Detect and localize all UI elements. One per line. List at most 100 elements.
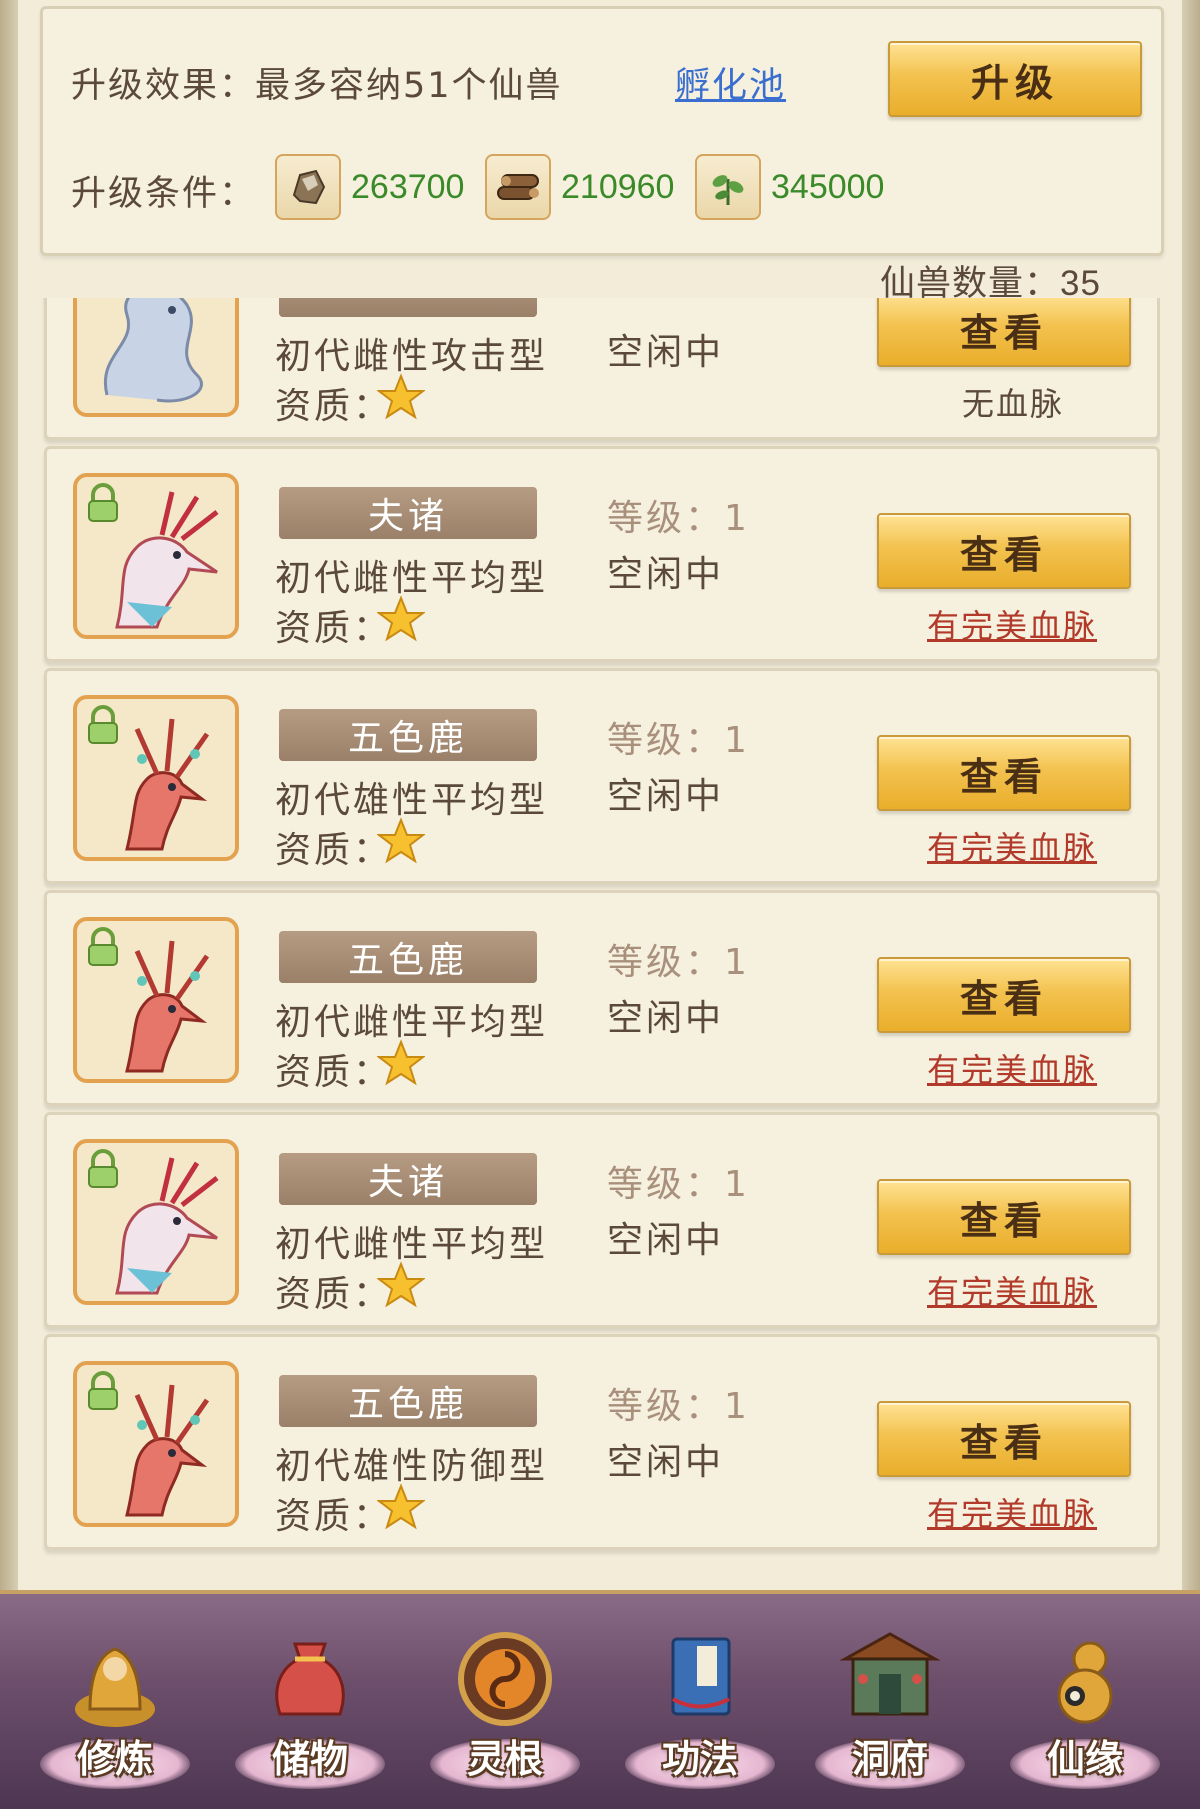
pet-name-tag: 夫诸 bbox=[279, 487, 537, 539]
nav-item-linggen[interactable]: 灵根 bbox=[410, 1594, 600, 1809]
resource-ore-value: 263700 bbox=[351, 167, 465, 206]
upgrade-effect-label: 升级效果： bbox=[71, 66, 257, 106]
pet-name-tag: 五色鹿 bbox=[279, 1375, 537, 1427]
lock-icon bbox=[88, 483, 118, 522]
pet-avatar-fuzhu bbox=[73, 473, 239, 639]
nav-label: 洞府 bbox=[851, 1737, 928, 1781]
pet-card[interactable]: 夫诸 初代雌性平均型 资质： 等级：1 空闲中 查看 有完美血脉 bbox=[44, 1112, 1160, 1328]
star-icon bbox=[377, 1039, 425, 1086]
pet-card[interactable]: 初代雌性攻击型 资质： 空闲中 查看 无血脉 bbox=[44, 298, 1160, 440]
mansion-icon bbox=[839, 1632, 941, 1716]
pet-status: 空闲中 bbox=[607, 1220, 725, 1261]
pet-card[interactable]: 五色鹿 初代雄性防御型 资质： 等级：1 空闲中 查看 有完美血脉 bbox=[44, 1334, 1160, 1550]
wood-icon bbox=[485, 154, 551, 220]
star-icon bbox=[377, 1483, 425, 1530]
star-icon bbox=[377, 373, 425, 420]
nav-label: 灵根 bbox=[466, 1737, 543, 1781]
resource-wood-value: 210960 bbox=[561, 167, 675, 206]
view-button[interactable]: 查看 bbox=[877, 735, 1131, 811]
bloodline-link[interactable]: 有完美血脉 bbox=[927, 601, 1097, 647]
pet-status: 空闲中 bbox=[607, 554, 725, 595]
upgrade-panel: 升级效果： 最多容纳51个仙兽 孵化池 升级 升级条件： 263700 2109… bbox=[40, 6, 1164, 256]
pet-type: 初代雄性防御型 bbox=[275, 1446, 549, 1487]
pet-card[interactable]: 夫诸 初代雌性平均型 资质： 等级：1 空闲中 查看 有完美血脉 bbox=[44, 446, 1160, 662]
pet-quality-label: 资质： bbox=[275, 386, 393, 427]
pet-type: 初代雄性平均型 bbox=[275, 780, 549, 821]
pet-name-tag bbox=[279, 298, 537, 317]
herb-icon bbox=[695, 154, 761, 220]
upgrade-condition-label: 升级条件： bbox=[71, 174, 257, 214]
star-icon bbox=[377, 595, 425, 642]
meditation-icon bbox=[75, 1647, 155, 1727]
nav-label: 仙缘 bbox=[1046, 1737, 1123, 1781]
pet-level: 等级：1 bbox=[607, 720, 750, 761]
pet-status: 空闲中 bbox=[607, 776, 725, 817]
view-button[interactable]: 查看 bbox=[877, 1179, 1131, 1255]
nav-item-gongfa[interactable]: 功法 bbox=[605, 1594, 795, 1809]
pet-name-tag: 五色鹿 bbox=[279, 931, 537, 983]
nav-label: 功法 bbox=[661, 1737, 738, 1781]
star-icon bbox=[377, 1261, 425, 1308]
ore-icon bbox=[275, 154, 341, 220]
bloodline-link[interactable]: 有完美血脉 bbox=[927, 1489, 1097, 1535]
resource-wood: 210960 bbox=[485, 154, 674, 220]
pet-status: 空闲中 bbox=[607, 332, 725, 373]
pet-type: 初代雌性平均型 bbox=[275, 1224, 549, 1265]
view-button[interactable]: 查看 bbox=[877, 1401, 1131, 1477]
upgrade-button[interactable]: 升级 bbox=[888, 41, 1142, 117]
gourd-icon bbox=[1057, 1641, 1113, 1724]
pet-card[interactable]: 五色鹿 初代雄性平均型 资质： 等级：1 空闲中 查看 有完美血脉 bbox=[44, 668, 1160, 884]
pet-avatar-fuzhu bbox=[73, 1139, 239, 1305]
pet-avatar-deer bbox=[73, 1361, 239, 1527]
book-icon bbox=[671, 1637, 731, 1716]
pet-level: 等级：1 bbox=[607, 942, 750, 983]
nav-item-xianyuan[interactable]: 仙缘 bbox=[990, 1594, 1180, 1809]
lock-icon bbox=[88, 705, 118, 744]
pet-status: 空闲中 bbox=[607, 1442, 725, 1483]
right-frame bbox=[1182, 0, 1200, 1600]
star-icon bbox=[377, 817, 425, 864]
bloodline-link[interactable]: 有完美血脉 bbox=[927, 1045, 1097, 1091]
resource-herb-value: 345000 bbox=[771, 167, 885, 206]
pet-quality-label: 资质： bbox=[275, 608, 393, 649]
pet-level: 等级：1 bbox=[607, 1386, 750, 1427]
bloodline-link[interactable]: 有完美血脉 bbox=[927, 823, 1097, 869]
nav-item-chuwu[interactable]: 储物 bbox=[215, 1594, 405, 1809]
pet-card[interactable]: 五色鹿 初代雌性平均型 资质： 等级：1 空闲中 查看 有完美血脉 bbox=[44, 890, 1160, 1106]
left-frame bbox=[0, 0, 18, 1600]
nav-label: 修炼 bbox=[76, 1737, 153, 1781]
upgrade-effect-text: 最多容纳51个仙兽 bbox=[255, 66, 563, 106]
spirit-root-icon bbox=[458, 1632, 552, 1726]
nav-item-dongfu[interactable]: 洞府 bbox=[795, 1594, 985, 1809]
pet-status: 空闲中 bbox=[607, 998, 725, 1039]
pet-avatar-deer bbox=[73, 917, 239, 1083]
pet-list[interactable]: 初代雌性攻击型 资质： 空闲中 查看 无血脉 夫诸 初代雌性平均型 资质： 等级… bbox=[40, 298, 1160, 1588]
pet-name-tag: 夫诸 bbox=[279, 1153, 537, 1205]
pet-quality-label: 资质： bbox=[275, 1052, 393, 1093]
view-button[interactable]: 查看 bbox=[877, 513, 1131, 589]
pet-quality-label: 资质： bbox=[275, 1496, 393, 1537]
pet-quality-label: 资质： bbox=[275, 830, 393, 871]
pet-name-tag: 五色鹿 bbox=[279, 709, 537, 761]
pet-type: 初代雌性平均型 bbox=[275, 558, 549, 599]
nav-label: 储物 bbox=[271, 1737, 348, 1781]
resource-herb: 345000 bbox=[695, 154, 884, 220]
lock-icon bbox=[88, 1149, 118, 1188]
pet-quality-label: 资质： bbox=[275, 1274, 393, 1315]
bag-icon bbox=[275, 1642, 345, 1716]
pet-avatar-deer bbox=[73, 695, 239, 861]
hatching-pool-link[interactable]: 孵化池 bbox=[675, 57, 786, 108]
pet-type: 初代雌性平均型 bbox=[275, 1002, 549, 1043]
pet-level: 等级：1 bbox=[607, 498, 750, 539]
view-button[interactable]: 查看 bbox=[877, 298, 1131, 367]
lock-icon bbox=[88, 927, 118, 966]
bloodline-link[interactable]: 有完美血脉 bbox=[927, 1267, 1097, 1313]
bottom-nav: 修炼 储物 灵根 功法 洞府 仙缘 bbox=[0, 1590, 1200, 1809]
pet-type: 初代雌性攻击型 bbox=[275, 336, 549, 377]
resource-ore: 263700 bbox=[275, 154, 464, 220]
view-button[interactable]: 查看 bbox=[877, 957, 1131, 1033]
lock-icon bbox=[88, 1371, 118, 1410]
bloodline-status: 无血脉 bbox=[962, 385, 1065, 423]
nav-item-xiulian[interactable]: 修炼 bbox=[20, 1594, 210, 1809]
pet-level: 等级：1 bbox=[607, 1164, 750, 1205]
